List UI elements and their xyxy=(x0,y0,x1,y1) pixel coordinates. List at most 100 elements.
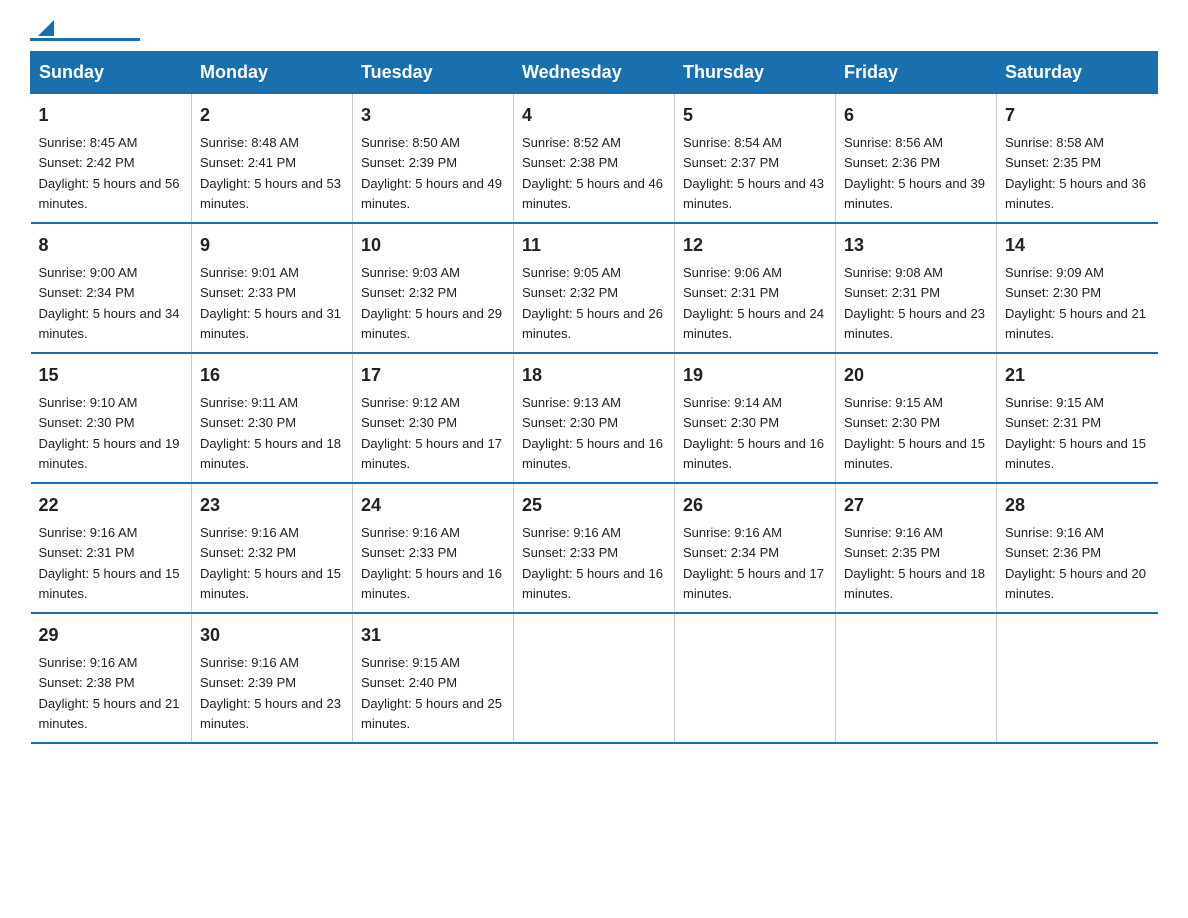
day-number: 23 xyxy=(200,492,344,519)
day-number: 3 xyxy=(361,102,505,129)
calendar-cell xyxy=(997,613,1158,743)
day-number: 7 xyxy=(1005,102,1150,129)
day-info: Sunrise: 9:06 AMSunset: 2:31 PMDaylight:… xyxy=(683,265,824,341)
header-saturday: Saturday xyxy=(997,52,1158,94)
day-info: Sunrise: 8:50 AMSunset: 2:39 PMDaylight:… xyxy=(361,135,502,211)
day-info: Sunrise: 9:15 AMSunset: 2:31 PMDaylight:… xyxy=(1005,395,1146,471)
header-wednesday: Wednesday xyxy=(514,52,675,94)
day-number: 17 xyxy=(361,362,505,389)
calendar-cell: 1Sunrise: 8:45 AMSunset: 2:42 PMDaylight… xyxy=(31,94,192,224)
week-row-5: 29 Sunrise: 9:16 AMSunset: 2:38 PMDayligh… xyxy=(31,613,1158,743)
header-row: SundayMondayTuesdayWednesdayThursdayFrid… xyxy=(31,52,1158,94)
calendar-cell: 30 Sunrise: 9:16 AMSunset: 2:39 PMDayligh… xyxy=(192,613,353,743)
day-info: Sunrise: 9:16 AMSunset: 2:34 PMDaylight:… xyxy=(683,525,824,601)
day-number: 8 xyxy=(39,232,184,259)
calendar-cell: 5 Sunrise: 8:54 AMSunset: 2:37 PMDaylight… xyxy=(675,94,836,224)
day-info: Sunrise: 9:16 AMSunset: 2:38 PMDaylight:… xyxy=(39,655,180,731)
calendar-cell: 31 Sunrise: 9:15 AMSunset: 2:40 PMDayligh… xyxy=(353,613,514,743)
header-sunday: Sunday xyxy=(31,52,192,94)
calendar-cell: 16 Sunrise: 9:11 AMSunset: 2:30 PMDayligh… xyxy=(192,353,353,483)
header-tuesday: Tuesday xyxy=(353,52,514,94)
day-info: Sunrise: 9:15 AMSunset: 2:30 PMDaylight:… xyxy=(844,395,985,471)
day-number: 4 xyxy=(522,102,666,129)
day-number: 12 xyxy=(683,232,827,259)
calendar-cell: 4 Sunrise: 8:52 AMSunset: 2:38 PMDaylight… xyxy=(514,94,675,224)
day-info: Sunrise: 9:16 AMSunset: 2:35 PMDaylight:… xyxy=(844,525,985,601)
calendar-cell: 17 Sunrise: 9:12 AMSunset: 2:30 PMDayligh… xyxy=(353,353,514,483)
header-thursday: Thursday xyxy=(675,52,836,94)
week-row-4: 22 Sunrise: 9:16 AMSunset: 2:31 PMDayligh… xyxy=(31,483,1158,613)
day-number: 10 xyxy=(361,232,505,259)
day-info: Sunrise: 9:10 AMSunset: 2:30 PMDaylight:… xyxy=(39,395,180,471)
calendar-cell: 10 Sunrise: 9:03 AMSunset: 2:32 PMDayligh… xyxy=(353,223,514,353)
day-number: 28 xyxy=(1005,492,1150,519)
day-number: 26 xyxy=(683,492,827,519)
day-info: Sunrise: 8:52 AMSunset: 2:38 PMDaylight:… xyxy=(522,135,663,211)
day-info: Sunrise: 9:16 AMSunset: 2:33 PMDaylight:… xyxy=(361,525,502,601)
day-number: 25 xyxy=(522,492,666,519)
day-number: 20 xyxy=(844,362,988,389)
day-number: 29 xyxy=(39,622,184,649)
day-info: Sunrise: 9:16 AMSunset: 2:32 PMDaylight:… xyxy=(200,525,341,601)
calendar-cell: 12 Sunrise: 9:06 AMSunset: 2:31 PMDayligh… xyxy=(675,223,836,353)
calendar-cell xyxy=(836,613,997,743)
calendar-table: SundayMondayTuesdayWednesdayThursdayFrid… xyxy=(30,51,1158,744)
header-friday: Friday xyxy=(836,52,997,94)
calendar-cell: 29 Sunrise: 9:16 AMSunset: 2:38 PMDayligh… xyxy=(31,613,192,743)
day-info: Sunrise: 8:58 AMSunset: 2:35 PMDaylight:… xyxy=(1005,135,1146,211)
day-info: Sunrise: 9:16 AMSunset: 2:31 PMDaylight:… xyxy=(39,525,180,601)
day-info: Sunrise: 9:12 AMSunset: 2:30 PMDaylight:… xyxy=(361,395,502,471)
day-number: 19 xyxy=(683,362,827,389)
day-number: 21 xyxy=(1005,362,1150,389)
day-number: 22 xyxy=(39,492,184,519)
day-info: Sunrise: 9:05 AMSunset: 2:32 PMDaylight:… xyxy=(522,265,663,341)
day-info: Sunrise: 9:13 AMSunset: 2:30 PMDaylight:… xyxy=(522,395,663,471)
day-info: Sunrise: 8:54 AMSunset: 2:37 PMDaylight:… xyxy=(683,135,824,211)
day-number: 15 xyxy=(39,362,184,389)
calendar-cell: 11Sunrise: 9:05 AMSunset: 2:32 PMDayligh… xyxy=(514,223,675,353)
logo-icon xyxy=(32,16,54,38)
day-number: 14 xyxy=(1005,232,1150,259)
calendar-cell: 9 Sunrise: 9:01 AMSunset: 2:33 PMDaylight… xyxy=(192,223,353,353)
calendar-cell: 7 Sunrise: 8:58 AMSunset: 2:35 PMDaylight… xyxy=(997,94,1158,224)
day-number: 9 xyxy=(200,232,344,259)
day-info: Sunrise: 9:00 AMSunset: 2:34 PMDaylight:… xyxy=(39,265,180,341)
header-monday: Monday xyxy=(192,52,353,94)
page-header xyxy=(30,20,1158,41)
logo xyxy=(30,20,140,41)
calendar-cell: 27 Sunrise: 9:16 AMSunset: 2:35 PMDayligh… xyxy=(836,483,997,613)
calendar-cell: 18Sunrise: 9:13 AMSunset: 2:30 PMDayligh… xyxy=(514,353,675,483)
calendar-cell: 25Sunrise: 9:16 AMSunset: 2:33 PMDayligh… xyxy=(514,483,675,613)
day-info: Sunrise: 8:56 AMSunset: 2:36 PMDaylight:… xyxy=(844,135,985,211)
day-info: Sunrise: 9:08 AMSunset: 2:31 PMDaylight:… xyxy=(844,265,985,341)
day-number: 2 xyxy=(200,102,344,129)
calendar-cell: 19 Sunrise: 9:14 AMSunset: 2:30 PMDayligh… xyxy=(675,353,836,483)
week-row-1: 1Sunrise: 8:45 AMSunset: 2:42 PMDaylight… xyxy=(31,94,1158,224)
day-info: Sunrise: 9:16 AMSunset: 2:36 PMDaylight:… xyxy=(1005,525,1146,601)
calendar-cell: 20 Sunrise: 9:15 AMSunset: 2:30 PMDayligh… xyxy=(836,353,997,483)
logo-underline xyxy=(30,38,140,41)
day-number: 31 xyxy=(361,622,505,649)
week-row-3: 15 Sunrise: 9:10 AMSunset: 2:30 PMDayligh… xyxy=(31,353,1158,483)
calendar-cell: 21 Sunrise: 9:15 AMSunset: 2:31 PMDayligh… xyxy=(997,353,1158,483)
calendar-cell: 23 Sunrise: 9:16 AMSunset: 2:32 PMDayligh… xyxy=(192,483,353,613)
calendar-cell: 26 Sunrise: 9:16 AMSunset: 2:34 PMDayligh… xyxy=(675,483,836,613)
day-info: Sunrise: 9:11 AMSunset: 2:30 PMDaylight:… xyxy=(200,395,341,471)
day-number: 13 xyxy=(844,232,988,259)
day-info: Sunrise: 9:15 AMSunset: 2:40 PMDaylight:… xyxy=(361,655,502,731)
calendar-cell: 14 Sunrise: 9:09 AMSunset: 2:30 PMDayligh… xyxy=(997,223,1158,353)
day-info: Sunrise: 9:16 AMSunset: 2:39 PMDaylight:… xyxy=(200,655,341,731)
day-number: 16 xyxy=(200,362,344,389)
day-info: Sunrise: 9:01 AMSunset: 2:33 PMDaylight:… xyxy=(200,265,341,341)
day-info: Sunrise: 9:09 AMSunset: 2:30 PMDaylight:… xyxy=(1005,265,1146,341)
day-info: Sunrise: 9:14 AMSunset: 2:30 PMDaylight:… xyxy=(683,395,824,471)
day-number: 1 xyxy=(39,102,184,129)
calendar-cell: 8 Sunrise: 9:00 AMSunset: 2:34 PMDaylight… xyxy=(31,223,192,353)
calendar-cell: 24Sunrise: 9:16 AMSunset: 2:33 PMDayligh… xyxy=(353,483,514,613)
day-number: 30 xyxy=(200,622,344,649)
day-info: Sunrise: 8:48 AMSunset: 2:41 PMDaylight:… xyxy=(200,135,341,211)
calendar-cell: 22 Sunrise: 9:16 AMSunset: 2:31 PMDayligh… xyxy=(31,483,192,613)
day-info: Sunrise: 9:03 AMSunset: 2:32 PMDaylight:… xyxy=(361,265,502,341)
day-number: 5 xyxy=(683,102,827,129)
day-number: 27 xyxy=(844,492,988,519)
